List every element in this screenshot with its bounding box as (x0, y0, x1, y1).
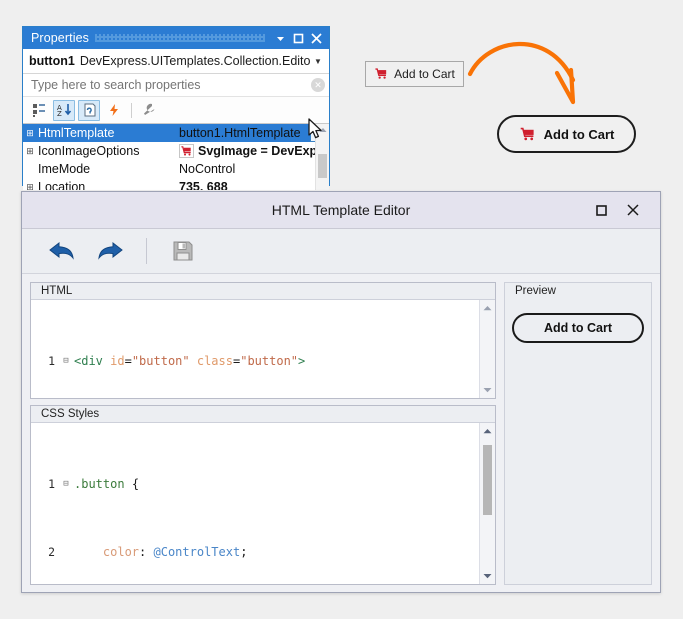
property-name: HtmlTemplate (37, 126, 173, 140)
html-scrollbar[interactable] (479, 300, 495, 398)
preview-surface: Add to Cart (504, 299, 652, 585)
line-number: 2 (31, 544, 58, 561)
html-editor[interactable]: 1 ⊟ <div id="button" class="button"> 2 <… (31, 299, 495, 398)
property-value-text: NoControl (179, 162, 235, 176)
row-expander-icon[interactable]: ⊞ (23, 183, 37, 191)
chevron-down-icon[interactable]: ▼ (311, 57, 325, 66)
save-button[interactable] (161, 234, 205, 268)
property-name: IconImageOptions (37, 144, 173, 158)
events-lightning-icon[interactable] (103, 100, 125, 121)
add-to-cart-button-rounded[interactable]: Add to Cart (497, 115, 636, 153)
preview-add-to-cart-button[interactable]: Add to Cart (512, 313, 644, 343)
table-row[interactable]: ⊞ IconImageOptions SvgImage = DevExpr (23, 142, 329, 160)
html-code-area[interactable]: 1 ⊟ <div id="button" class="button"> 2 <… (31, 300, 479, 398)
close-icon[interactable] (307, 29, 325, 47)
property-value[interactable]: SvgImage = DevExpr (173, 144, 329, 158)
code-line: 2 color: @ControlText; (31, 544, 479, 561)
properties-search-bar[interactable]: ✕ (23, 74, 329, 97)
property-value[interactable]: 735, 688 (173, 180, 329, 190)
add-to-cart-label: Add to Cart (544, 127, 615, 142)
dropdown-arrow-icon[interactable] (271, 29, 289, 47)
preview-label: Preview (504, 282, 652, 299)
scrollbar-track[interactable] (480, 316, 495, 382)
row-expander-icon[interactable]: ⊞ (23, 147, 37, 156)
line-number: 1 (31, 353, 58, 370)
svg-text:Z: Z (57, 110, 62, 117)
search-input[interactable] (31, 78, 311, 92)
editor-body: HTML 1 ⊟ <div id="button" class="button"… (22, 274, 660, 593)
code-text: color: @ControlText; (74, 544, 479, 561)
properties-object-selector[interactable]: button1 DevExpress.UITemplates.Collectio… (23, 49, 329, 74)
alphabetical-sort-icon[interactable]: A Z (53, 100, 75, 121)
code-line: 1 ⊟ <div id="button" class="button"> (31, 353, 479, 370)
code-line: 1 ⊟ .button { (31, 476, 479, 493)
css-group: CSS Styles 1 ⊟ .button { 2 color: @Contr… (30, 405, 496, 585)
css-scrollbar[interactable] (479, 423, 495, 584)
property-value[interactable]: button1.HtmlTemplate … (173, 125, 329, 142)
editor-title: HTML Template Editor (22, 202, 660, 218)
property-value-text: button1.HtmlTemplate (179, 126, 301, 140)
redo-button[interactable] (88, 234, 132, 268)
css-code-area[interactable]: 1 ⊟ .button { 2 color: @ControlText; 3 (31, 423, 479, 584)
scrollbar-thumb[interactable] (318, 154, 327, 178)
cart-icon (179, 144, 194, 158)
html-template-editor-dialog: HTML Template Editor (21, 191, 661, 593)
object-name: button1 (29, 54, 75, 68)
scrollbar-thumb[interactable] (483, 445, 492, 515)
undo-button[interactable] (40, 234, 84, 268)
toolbar-separator (146, 238, 147, 264)
cart-icon (519, 126, 537, 143)
property-value-text: SvgImage = DevExpr (198, 144, 322, 158)
properties-page-icon[interactable] (78, 100, 100, 121)
add-to-cart-label: Add to Cart (394, 67, 455, 81)
preview-button-label: Add to Cart (544, 321, 612, 335)
table-row[interactable]: ImeMode NoControl (23, 160, 329, 178)
scroll-up-icon[interactable] (483, 300, 492, 316)
css-group-label: CSS Styles (31, 406, 495, 422)
clear-search-icon[interactable]: ✕ (311, 78, 325, 92)
code-text: <div id="button" class="button"> (74, 353, 479, 370)
editor-titlebar: HTML Template Editor (22, 192, 660, 229)
table-row[interactable]: ⊞ HtmlTemplate button1.HtmlTemplate … (23, 124, 329, 142)
editor-window-buttons (590, 199, 660, 221)
close-icon[interactable] (622, 199, 644, 221)
maximize-icon[interactable] (289, 29, 307, 47)
row-expander-icon[interactable]: ⊞ (23, 129, 37, 138)
properties-grid: ⊞ HtmlTemplate button1.HtmlTemplate … ⊞ … (23, 124, 329, 190)
properties-title: Properties (31, 31, 89, 45)
property-name: ImeMode (37, 162, 173, 176)
categorized-icon[interactable] (28, 100, 50, 121)
properties-window: Properties button1 DevExpress.UITemplate… (22, 26, 330, 186)
html-group-label: HTML (31, 283, 495, 299)
property-name: Location (37, 180, 173, 190)
mouse-cursor (308, 118, 324, 140)
html-group: HTML 1 ⊟ <div id="button" class="button"… (30, 282, 496, 399)
editor-toolbar (22, 229, 660, 274)
scroll-down-icon[interactable] (483, 382, 492, 398)
fold-toggle-icon[interactable]: ⊟ (58, 476, 74, 493)
add-to-cart-button-flat[interactable]: Add to Cart (365, 61, 464, 87)
line-number: 1 (31, 476, 58, 493)
object-type: DevExpress.UITemplates.Collection.Editor… (80, 54, 311, 68)
maximize-icon[interactable] (590, 199, 612, 221)
toolbar-separator (131, 103, 132, 118)
code-text: .button { (74, 476, 479, 493)
table-row[interactable]: ⊞ Location 735, 688 (23, 178, 329, 190)
titlebar-grip (95, 34, 265, 42)
editor-left-column: HTML 1 ⊟ <div id="button" class="button"… (30, 282, 496, 585)
properties-toolbar: A Z (23, 97, 329, 124)
preview-panel: Preview Add to Cart (504, 282, 652, 585)
properties-titlebar: Properties (23, 27, 329, 49)
scroll-up-icon[interactable] (483, 423, 492, 439)
property-value[interactable]: NoControl (173, 162, 329, 176)
property-value-text: 735, 688 (179, 180, 228, 190)
wrench-icon[interactable] (138, 100, 160, 121)
cart-icon (374, 67, 389, 81)
fold-toggle-icon[interactable]: ⊟ (58, 353, 74, 370)
css-editor[interactable]: 1 ⊟ .button { 2 color: @ControlText; 3 (31, 422, 495, 584)
scroll-down-icon[interactable] (483, 568, 492, 584)
